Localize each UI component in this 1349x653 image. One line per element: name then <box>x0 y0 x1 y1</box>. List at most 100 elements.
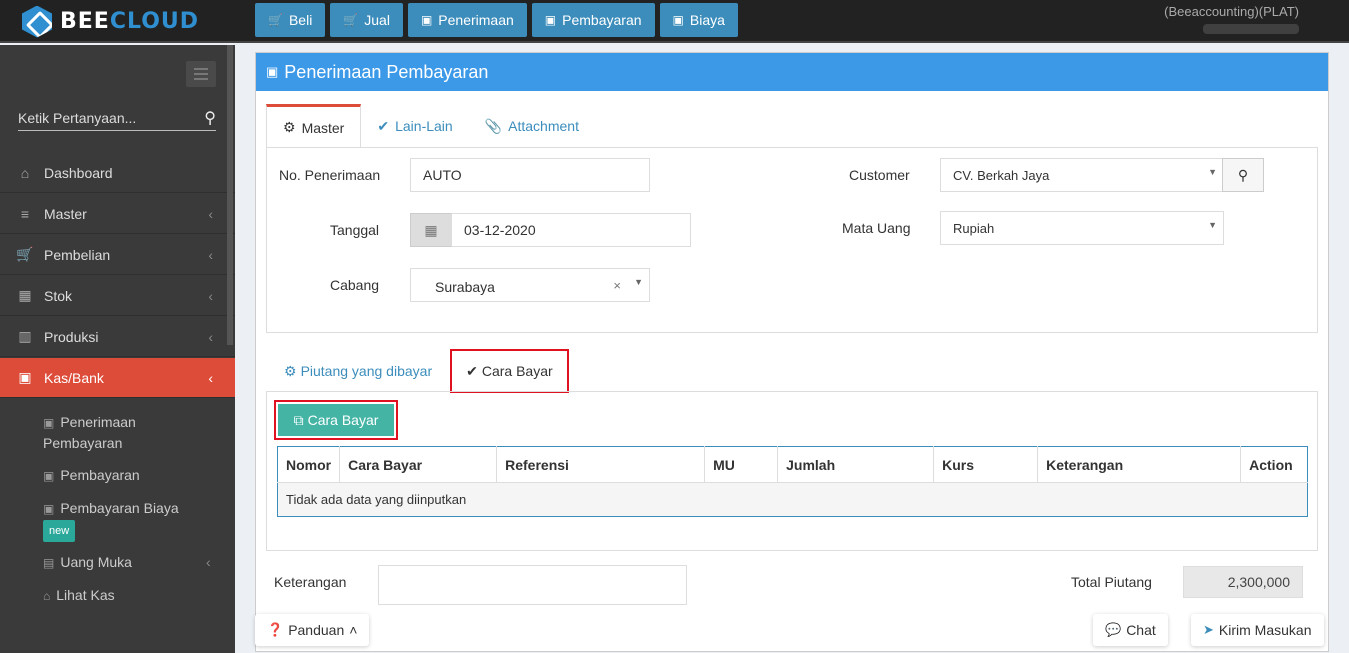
nav-jual-button[interactable]: 🛒 Jual <box>330 3 403 37</box>
nav-pembayaran-button[interactable]: ▣ Pembayaran <box>531 3 655 37</box>
tab-label: Master <box>301 119 345 136</box>
submenu-uang-muka[interactable]: ▤ Uang Muka ‹ <box>43 552 211 573</box>
submenu-lihat-kas[interactable]: ⌂ Lihat Kas <box>43 585 115 606</box>
nav-penerimaan-button[interactable]: ▣ Penerimaan <box>407 3 527 37</box>
empty-message: Tidak ada data yang diinputkan <box>277 482 1308 517</box>
main-tabs: ⚙ Master ✔ Lain-Lain 📎 Attachment <box>266 104 595 148</box>
document-icon: ▤ <box>43 556 55 570</box>
add-cara-bayar-button[interactable]: ⧉ Cara Bayar <box>278 404 394 436</box>
check-circle-icon: ✔ <box>466 362 478 379</box>
new-badge: new <box>43 520 76 542</box>
nav-label: Pembayaran <box>562 12 642 28</box>
paperclip-icon: 📎 <box>484 117 503 134</box>
chevron-left-icon: ‹ <box>206 554 211 570</box>
tab-piutang[interactable]: ⚙ Piutang yang dibayar <box>272 350 444 392</box>
logo[interactable]: BEECLOUD <box>0 0 236 43</box>
tab-label: Attachment <box>508 118 579 134</box>
submenu-label: Pembayaran Biaya <box>60 500 179 516</box>
main-content: ▣ Penerimaan Pembayaran ⚙ Master ✔ Lain-La… <box>235 45 1349 653</box>
chevron-down-icon: ▼ <box>1208 220 1217 230</box>
sidebar: Ketik Pertanyaan... ⚲ ⌂ Dashboard ≡ Master… <box>0 45 235 653</box>
tanggal-label: Tanggal <box>330 222 380 238</box>
no-penerimaan-label: No. Penerimaan <box>279 167 381 183</box>
customer-label: Customer <box>849 167 910 183</box>
sidebar-item-dashboard[interactable]: ⌂ Dashboard <box>0 153 235 193</box>
user-menu[interactable]: (Beeaccounting)(PLAT) <box>1164 3 1299 34</box>
chat-button[interactable]: 💬 Chat <box>1093 614 1168 646</box>
sidebar-scrollbar[interactable] <box>227 45 233 345</box>
chevron-left-icon: ‹ <box>208 246 213 263</box>
tab-cara-bayar[interactable]: ✔ Cara Bayar <box>450 349 569 393</box>
master-form: No. Penerimaan AUTO Tanggal ▦ 03-12-2020… <box>266 147 1318 333</box>
submenu-pembayaran-biaya[interactable]: ▣ Pembayaran Biaya new <box>43 498 179 542</box>
money-icon: ▣ <box>43 469 55 483</box>
nav-label: Biaya <box>689 12 725 28</box>
tab-label: Cara Bayar <box>481 363 553 379</box>
payment-tabs: ⚙ Piutang yang dibayar ✔ Cara Bayar <box>272 349 569 393</box>
sidebar-item-label: Dashboard <box>44 164 113 181</box>
nav-label: Beli <box>288 12 313 28</box>
submenu-label: Lihat Kas <box>56 587 115 603</box>
database-icon: ≡ <box>20 205 30 222</box>
cabang-select[interactable]: Surabaya × ▼ <box>410 268 650 302</box>
tab-attachment[interactable]: 📎 Attachment <box>469 104 595 148</box>
keterangan-field[interactable] <box>378 565 687 605</box>
mata-uang-value: Rupiah <box>953 220 995 236</box>
sidebar-item-label: Produksi <box>44 328 99 345</box>
chevron-left-icon: ‹ <box>208 287 213 304</box>
calendar-icon[interactable]: ▦ <box>410 213 452 247</box>
chevron-left-icon: ‹ <box>208 328 213 345</box>
form-panel: ▣ Penerimaan Pembayaran ⚙ Master ✔ Lain-La… <box>255 52 1329 652</box>
money-icon: ▣ <box>43 502 55 516</box>
submenu-label: Pembayaran <box>43 435 123 451</box>
column-header: Action <box>1240 446 1308 483</box>
sidebar-item-master[interactable]: ≡ Master ‹ <box>0 194 235 234</box>
table-row: Tidak ada data yang diinputkan <box>277 482 1308 517</box>
cart-icon: 🛒 <box>16 246 34 262</box>
nav-biaya-button[interactable]: ▣ Biaya <box>659 3 738 37</box>
nav-label: Jual <box>364 12 390 28</box>
cart-icon: 🛒 <box>268 13 283 27</box>
nav-label: Penerimaan <box>438 12 514 28</box>
button-label: Kirim Masukan <box>1218 622 1312 638</box>
tab-label: Lain-Lain <box>395 118 453 134</box>
sidebar-item-kasbank[interactable]: ▣ Kas/Bank ‹ <box>0 358 235 398</box>
chevron-down-icon: ▼ <box>634 277 643 287</box>
button-label: Chat <box>1126 622 1156 638</box>
sidebar-search[interactable]: Ketik Pertanyaan... ⚲ <box>18 107 216 131</box>
tab-lain-lain[interactable]: ✔ Lain-Lain <box>361 104 468 148</box>
tab-master[interactable]: ⚙ Master <box>266 104 362 148</box>
money-icon: ▣ <box>544 13 557 27</box>
box-icon: ▦ <box>18 287 32 303</box>
mata-uang-select[interactable]: Rupiah ▼ <box>940 211 1224 245</box>
column-header: Nomor <box>277 446 341 483</box>
sidebar-item-label: Pembelian <box>44 246 111 263</box>
submenu-pembayaran[interactable]: ▣ Pembayaran <box>43 465 140 486</box>
column-header: Kurs <box>933 446 1039 483</box>
nav-beli-button[interactable]: 🛒 Beli <box>255 3 326 37</box>
column-header: Referensi <box>496 446 706 483</box>
kirim-masukan-button[interactable]: ➤ Kirim Masukan <box>1191 614 1324 646</box>
search-icon[interactable]: ⚲ <box>204 108 216 128</box>
sidebar-item-produksi[interactable]: ▥ Produksi ‹ <box>0 317 235 357</box>
customer-select[interactable]: CV. Berkah Jaya ▼ <box>940 158 1224 192</box>
no-penerimaan-field[interactable]: AUTO <box>410 158 650 192</box>
question-circle-icon: ❓ <box>267 622 284 637</box>
tanggal-field[interactable]: 03-12-2020 <box>451 213 691 247</box>
cart-icon: 🛒 <box>343 13 359 27</box>
customer-search-button[interactable]: ⚲ <box>1222 158 1264 192</box>
check-circle-icon: ✔ <box>377 117 390 134</box>
sidebar-item-stok[interactable]: ▦ Stok ‹ <box>0 276 235 316</box>
search-input[interactable]: Ketik Pertanyaan... <box>18 110 136 126</box>
top-nav: 🛒 Beli 🛒 Jual ▣ Penerimaan ▣ Pembayaran ▣ Bia… <box>255 3 738 37</box>
home-icon: ⌂ <box>20 164 30 181</box>
column-header: Keterangan <box>1037 446 1242 483</box>
hamburger-icon[interactable] <box>186 61 216 87</box>
panduan-button[interactable]: ❓ Panduan ˄ <box>255 614 370 646</box>
sidebar-item-pembelian[interactable]: 🛒 Pembelian ‹ <box>0 235 235 275</box>
cabang-label: Cabang <box>330 277 380 293</box>
keterangan-label: Keterangan <box>274 574 347 590</box>
clear-icon[interactable]: × <box>613 278 621 293</box>
chevron-down-icon: ▼ <box>1208 167 1217 177</box>
submenu-penerimaan-pembayaran[interactable]: ▣ Penerimaan Pembayaran <box>43 412 136 453</box>
